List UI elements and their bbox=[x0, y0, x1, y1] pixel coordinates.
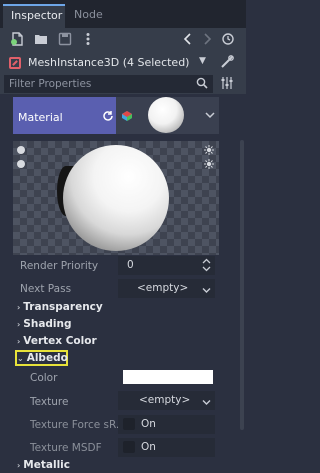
chevron-right-icon: › bbox=[17, 461, 21, 470]
light-toggle-icon[interactable] bbox=[16, 159, 26, 172]
chevron-down-icon[interactable]: ▼ bbox=[199, 56, 206, 66]
texture-force-srgb-checkbox[interactable] bbox=[123, 418, 135, 430]
save-icon[interactable] bbox=[57, 32, 73, 48]
texture-force-srgb-value: On bbox=[141, 418, 156, 430]
filter-properties-input[interactable] bbox=[4, 75, 213, 93]
section-vertex-color[interactable]: › Vertex Color bbox=[17, 335, 97, 347]
section-metallic[interactable]: › Metallic bbox=[17, 459, 70, 471]
filter-settings-icon[interactable] bbox=[220, 76, 234, 93]
section-shading[interactable]: › Shading bbox=[17, 318, 72, 330]
tab-node[interactable]: Node bbox=[66, 4, 111, 28]
texture-msdf-value: On bbox=[141, 441, 156, 453]
chevron-down-icon[interactable] bbox=[202, 397, 211, 409]
preview-sphere bbox=[63, 145, 169, 251]
render-priority-label: Render Priority bbox=[20, 260, 99, 272]
chevron-down-icon[interactable] bbox=[202, 285, 211, 297]
chevron-right-icon: › bbox=[17, 337, 21, 346]
object-tools-icon[interactable] bbox=[219, 55, 235, 71]
albedo-texture-label: Texture bbox=[30, 396, 69, 408]
next-pass-label: Next Pass bbox=[20, 283, 72, 295]
object-name: MeshInstance3D (4 Selected) bbox=[28, 56, 190, 69]
standard-material-icon bbox=[121, 110, 133, 125]
spinner-arrows-icon[interactable] bbox=[202, 258, 211, 275]
albedo-color-label: Color bbox=[30, 372, 58, 384]
render-priority-value: 0 bbox=[127, 259, 134, 271]
texture-force-srgb-label: Texture Force sR... bbox=[30, 419, 126, 431]
sun-icon[interactable] bbox=[204, 145, 214, 158]
more-options-icon[interactable] bbox=[80, 32, 96, 48]
albedo-texture-value: <empty> bbox=[139, 394, 191, 406]
new-resource-icon[interactable] bbox=[9, 32, 25, 48]
texture-msdf-checkbox[interactable] bbox=[123, 441, 135, 453]
revert-icon[interactable] bbox=[102, 110, 114, 125]
sun-icon[interactable] bbox=[204, 159, 214, 172]
section-albedo[interactable]: ⌄ Albedo bbox=[17, 352, 68, 364]
chevron-down-icon: ⌄ bbox=[17, 354, 24, 363]
open-folder-icon[interactable] bbox=[33, 32, 49, 48]
search-icon bbox=[196, 77, 208, 92]
object-history-icon[interactable] bbox=[220, 32, 236, 48]
albedo-color-picker[interactable] bbox=[123, 370, 213, 384]
next-pass-value: <empty> bbox=[137, 282, 189, 294]
material-label: Material bbox=[18, 111, 63, 124]
chevron-down-icon[interactable] bbox=[205, 111, 215, 122]
material-thumbnail bbox=[148, 97, 184, 133]
light-toggle-icon[interactable] bbox=[16, 145, 26, 158]
mesh-instance-icon bbox=[9, 57, 21, 69]
history-back-icon[interactable] bbox=[180, 32, 196, 48]
section-transparency[interactable]: › Transparency bbox=[17, 301, 103, 313]
history-forward-icon[interactable] bbox=[199, 32, 215, 48]
texture-msdf-label: Texture MSDF bbox=[30, 442, 102, 454]
chevron-right-icon: › bbox=[17, 320, 21, 329]
tab-inspector[interactable]: Inspector bbox=[3, 4, 65, 28]
chevron-right-icon: › bbox=[17, 303, 21, 312]
inspector-scrollbar[interactable] bbox=[240, 140, 244, 430]
